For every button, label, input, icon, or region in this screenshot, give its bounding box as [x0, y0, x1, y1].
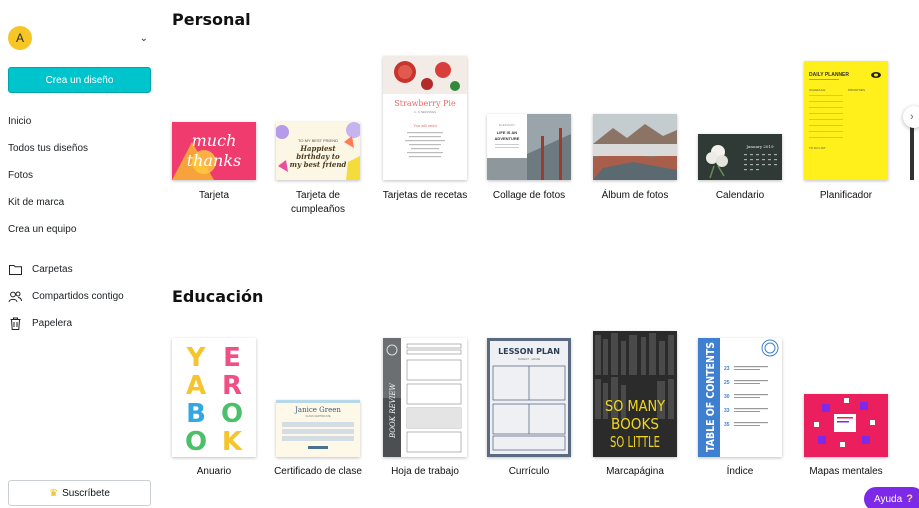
svg-text:4 - 6 SERVINGS: 4 - 6 SERVINGS — [414, 110, 436, 114]
avatar[interactable]: A — [8, 26, 32, 50]
svg-text:30: 30 — [724, 394, 730, 400]
sidebar-nav: Inicio Todos tus diseños Fotos Kit de ma… — [8, 108, 158, 243]
template-label: Certificado de clase — [274, 466, 362, 477]
chevron-down-icon[interactable]: ⌄ — [140, 33, 148, 44]
template-thumbnail: DAILY PLANNER SCHEDULE PRIORITIES TO DO … — [804, 61, 888, 180]
svg-text:SO LITTLE: SO LITTLE — [610, 433, 660, 451]
crown-icon: ♛ — [49, 487, 59, 499]
template-label: Tarjeta — [198, 190, 229, 201]
sidebar-item-label: Papelera — [32, 318, 73, 329]
svg-text:Y: Y — [186, 343, 207, 373]
svg-text:Strawberry Pie: Strawberry Pie — [394, 99, 456, 108]
sidebar-item-label: Compartidos contigo — [32, 291, 124, 302]
template-thumbnail — [593, 114, 677, 180]
svg-text:K: K — [222, 427, 243, 457]
template-label: Hoja de trabajo — [391, 466, 459, 477]
svg-text:DAILY PLANNER: DAILY PLANNER — [809, 72, 849, 78]
template-label: Marcapágina — [606, 466, 664, 477]
svg-text:January 2019: January 2019 — [745, 144, 774, 149]
sidebar-item-trash[interactable]: Papelera — [8, 310, 158, 337]
svg-text:ELEPHANT: ELEPHANT — [499, 123, 515, 127]
next-template-peek — [910, 120, 914, 180]
svg-text:23: 23 — [724, 366, 730, 372]
template-label: Planificador — [819, 190, 873, 201]
template-label: Calendario — [715, 190, 765, 201]
svg-text:LIFE IS AN: LIFE IS AN — [497, 130, 517, 135]
question-mark-icon: ? — [906, 493, 913, 505]
template-thumbnail: LESSON PLAN SUBJECT · GRADE — [487, 338, 571, 457]
template-label: Índice — [726, 466, 754, 477]
svg-text:B: B — [186, 399, 206, 429]
svg-text:PRIORITIES: PRIORITIES — [848, 88, 865, 92]
svg-text:O: O — [221, 399, 243, 429]
template-label: Anuario — [196, 466, 232, 477]
template-label: Álbum de fotos — [601, 190, 669, 201]
section-title-personal: Personal — [172, 10, 251, 29]
svg-text:A: A — [186, 371, 206, 401]
svg-text:Janice Green: Janice Green — [294, 406, 341, 414]
sidebar-item-folders[interactable]: Carpetas — [8, 256, 158, 283]
sidebar-item-brand-kit[interactable]: Kit de marca — [8, 189, 158, 216]
svg-text:BOOK REVIEW: BOOK REVIEW — [389, 382, 397, 439]
svg-text:my best friend: my best friend — [290, 160, 347, 169]
template-thumbnail: ELEPHANT LIFE IS AN ADVENTURE — [487, 114, 571, 180]
svg-text:You will need: You will need — [413, 123, 436, 128]
template-thumbnail: Y E A R B O O K — [172, 338, 256, 457]
template-label: Collage de fotos — [492, 190, 566, 201]
create-design-button[interactable]: Crea un diseño — [8, 67, 151, 93]
trash-icon — [8, 317, 22, 331]
template-thumbnail: much thanks — [172, 122, 256, 180]
svg-text:SUBJECT · GRADE: SUBJECT · GRADE — [518, 358, 541, 361]
svg-text:SO MANY: SO MANY — [605, 397, 666, 415]
template-thumbnail: Strawberry Pie 4 - 6 SERVINGS You will n… — [383, 56, 467, 180]
sidebar-item-photos[interactable]: Fotos — [8, 162, 158, 189]
sidebar-item-all-designs[interactable]: Todos tus diseños — [8, 135, 158, 162]
template-thumbnail: TABLE OF CONTENTS 23 25 30 33 35 — [698, 338, 782, 457]
template-thumbnail: Janice Green CLASS CERTIFICATE — [276, 400, 360, 457]
svg-text:CLASS CERTIFICATE: CLASS CERTIFICATE — [305, 415, 330, 418]
svg-text:ADVENTURE: ADVENTURE — [495, 136, 520, 141]
svg-text:BOOKS: BOOKS — [611, 415, 659, 433]
folder-icon — [8, 263, 22, 277]
svg-text:TO MY BEST FRIEND: TO MY BEST FRIEND — [298, 138, 338, 143]
sidebar-item-label: Carpetas — [32, 264, 73, 275]
sidebar-folders: Carpetas Compartidos contigo Papelera — [8, 256, 158, 337]
template-label: Currículo — [508, 466, 550, 477]
shared-users-icon — [8, 290, 22, 304]
sidebar: A ⌄ Crea un diseño Inicio Todos tus dise… — [0, 0, 160, 508]
account-switcher[interactable]: A ⌄ — [8, 26, 152, 50]
svg-text:35: 35 — [724, 422, 730, 428]
sidebar-item-shared[interactable]: Compartidos contigo — [8, 283, 158, 310]
template-thumbnail: TO MY BEST FRIEND Happiest birthday to m… — [276, 122, 360, 180]
sidebar-item-inicio[interactable]: Inicio — [8, 108, 158, 135]
sidebar-item-create-team[interactable]: Crea un equipo — [8, 216, 158, 243]
svg-text:TO DO LIST: TO DO LIST — [809, 146, 826, 150]
template-thumbnail: January 2019 — [698, 134, 782, 180]
template-label: Tarjeta de cumpleaños — [291, 190, 345, 215]
template-thumbnail: BOOK REVIEW — [383, 338, 467, 457]
svg-text:TABLE OF CONTENTS: TABLE OF CONTENTS — [704, 342, 717, 452]
scroll-right-arrow-icon[interactable]: › — [903, 106, 919, 128]
svg-text:SCHEDULE: SCHEDULE — [809, 88, 825, 92]
template-thumbnail — [804, 394, 888, 457]
svg-text:thanks: thanks — [187, 151, 241, 170]
help-button[interactable]: Ayuda ? — [864, 487, 919, 508]
subscribe-label: Suscríbete — [62, 487, 110, 499]
svg-text:O: O — [185, 427, 207, 457]
svg-text:LESSON PLAN: LESSON PLAN — [498, 347, 560, 356]
svg-text:25: 25 — [724, 380, 730, 386]
section-title-educacion: Educación — [172, 287, 264, 306]
svg-text:much: much — [192, 131, 237, 150]
template-thumbnail: SO MANY BOOKS SO LITTLE — [593, 331, 677, 457]
svg-text:33: 33 — [724, 408, 730, 414]
help-label: Ayuda — [874, 493, 903, 505]
svg-text:R: R — [222, 371, 242, 401]
template-label: Mapas mentales — [809, 466, 883, 477]
subscribe-button[interactable]: ♛ Suscríbete — [8, 480, 151, 506]
svg-text:E: E — [223, 343, 241, 373]
template-label: Tarjetas de recetas — [382, 190, 468, 201]
